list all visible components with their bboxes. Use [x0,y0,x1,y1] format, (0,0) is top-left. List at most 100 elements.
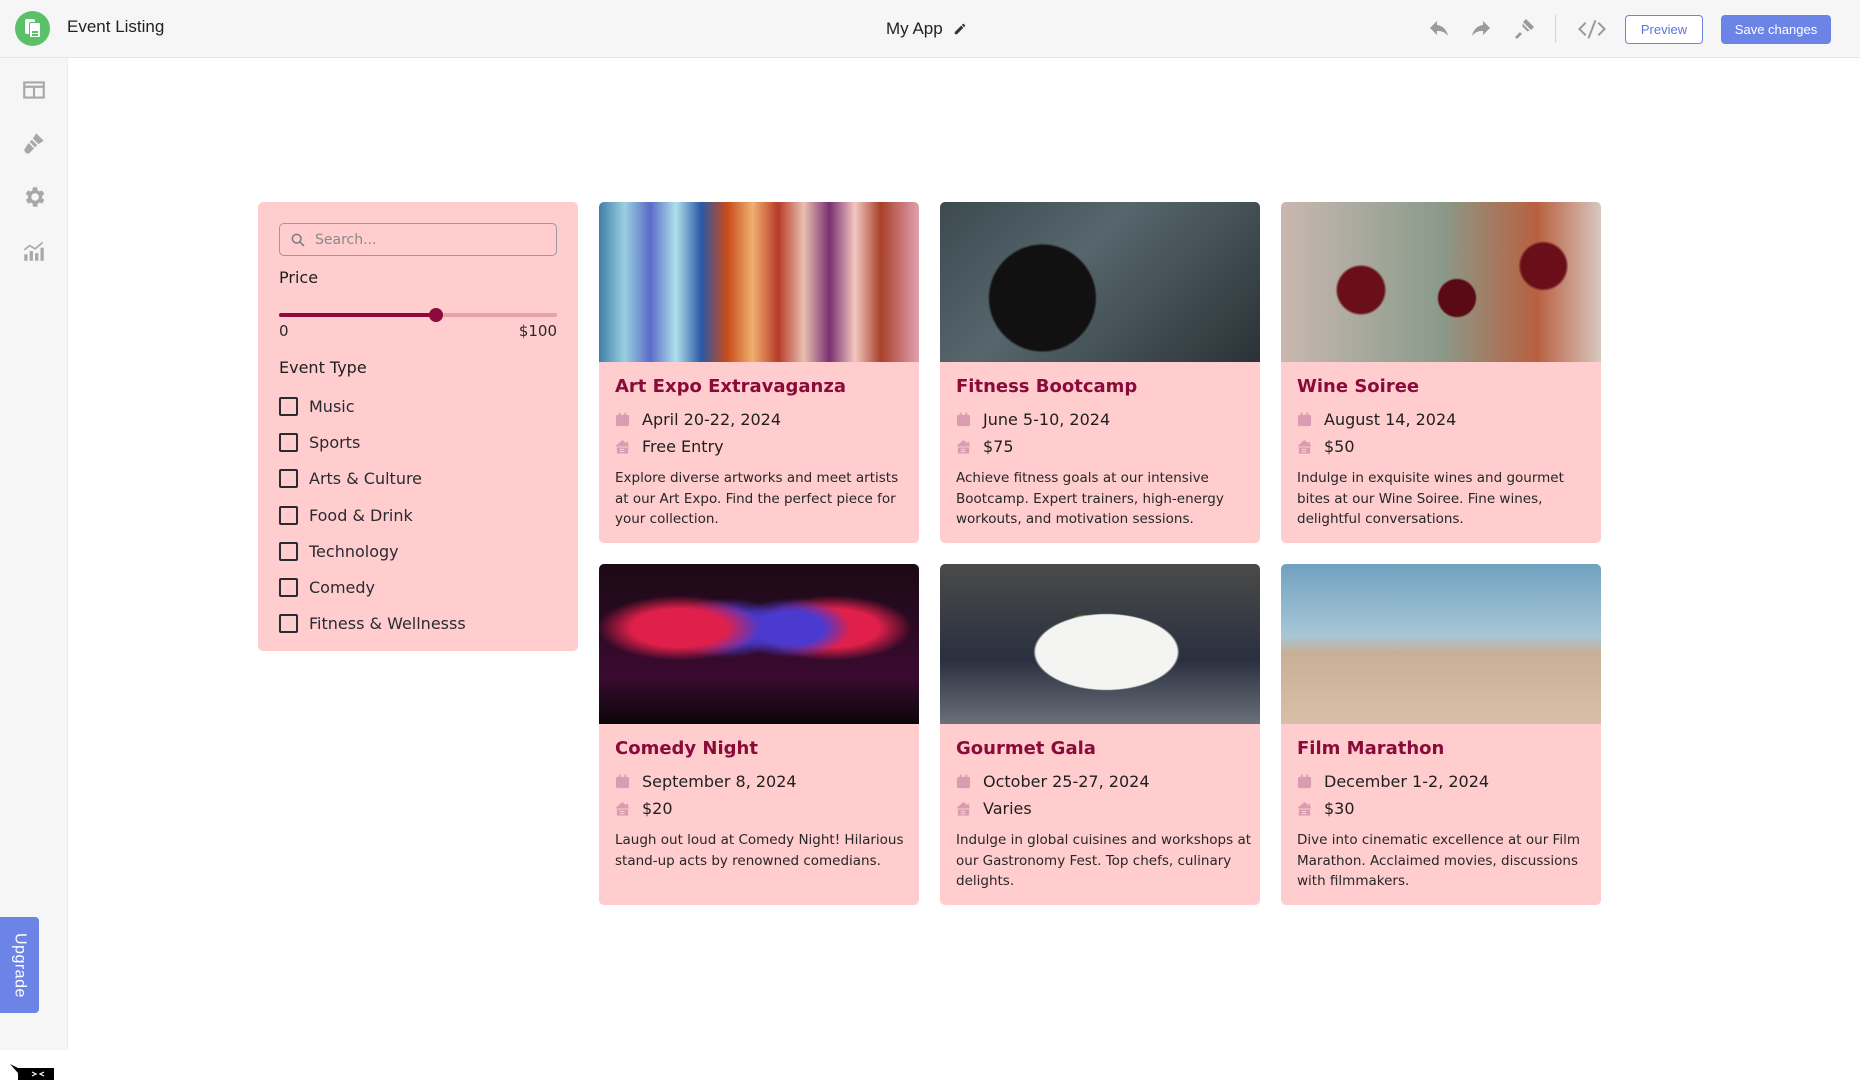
event-date: September 8, 2024 [615,772,797,791]
wine-glasses-photo [1281,202,1601,362]
price-min-label: 0 [279,322,289,340]
table-icon [23,81,45,99]
left-sidebar: Upgrade [0,58,68,1080]
upgrade-button[interactable]: Upgrade [0,917,39,1013]
event-description: Indulge in global cuisines and workshops… [956,832,1252,889]
event-title: Art Expo Extravaganza [615,376,846,397]
checkbox[interactable] [279,396,298,416]
calendar-icon [615,774,630,789]
calendar-icon [1297,412,1312,427]
event-card[interactable]: Comedy Night September 8, 2024 $20 Laugh ou… [599,564,919,905]
app-name: Event Listing [67,17,165,36]
event-type-comedy[interactable]: Comedy [279,569,466,605]
event-title: Film Marathon [1297,738,1445,759]
paint-roller-icon [1515,19,1534,39]
event-date: June 5-10, 2024 [956,410,1110,429]
event-type-food-drink[interactable]: Food & Drink [279,497,466,533]
price-slider-fill [279,313,437,317]
checkbox[interactable] [279,469,298,489]
pencil-icon[interactable] [953,22,967,36]
app-logo [15,11,50,46]
calendar-icon [956,774,971,789]
event-description: Explore diverse artworks and meet artist… [615,470,899,527]
price-slider-thumb[interactable] [429,308,444,322]
checkbox[interactable] [279,505,298,525]
barbell-photo [940,202,1260,362]
redo-icon [1472,21,1490,36]
project-title-text: My App [886,19,943,38]
event-type-label: Event Type [279,358,367,377]
search-field[interactable] [279,223,557,256]
event-title: Gourmet Gala [956,738,1096,759]
sidebar-item-design[interactable] [20,129,48,157]
event-type-fitness-wellness[interactable]: Fitness & Wellnesss [279,606,466,642]
event-type-technology[interactable]: Technology [279,533,466,569]
save-changes-button[interactable]: Save changes [1721,15,1831,44]
event-description: Laugh out loud at Comedy Night! Hilariou… [615,832,904,869]
gear-icon [25,187,45,207]
preview-button[interactable]: Preview [1625,15,1703,44]
sidebar-item-analytics[interactable] [20,237,48,265]
checkbox[interactable] [279,578,298,598]
event-price: Varies [956,799,1032,818]
event-price: $75 [956,437,1014,456]
plated-food-photo [940,564,1260,724]
filter-panel: Price 0 $100 Event Type Music Sports Art… [258,202,578,651]
event-title: Comedy Night [615,738,758,759]
stage-performer-photo [599,564,919,724]
sidebar-item-settings[interactable] [20,183,48,211]
event-price: $50 [1297,437,1355,456]
toolbar-divider [1555,15,1556,43]
event-type-arts-culture[interactable]: Arts & Culture [279,461,466,497]
checkbox[interactable] [279,432,298,452]
event-card[interactable]: Fitness Bootcamp June 5-10, 2024 $75 Achiev… [940,202,1260,543]
event-price: Free Entry [615,437,724,456]
price-slider[interactable] [279,307,557,323]
checkbox[interactable] [279,614,298,634]
event-price: $30 [1297,799,1355,818]
event-description: Achieve fitness goals at our intensive B… [956,470,1224,527]
redo-button[interactable] [1468,16,1494,42]
project-title[interactable]: My App [886,19,967,39]
event-card[interactable]: Art Expo Extravaganza April 20-22, 2024 Fr… [599,202,919,543]
event-type-list: Music Sports Arts & Culture Food & Drink… [279,388,466,642]
event-date: August 14, 2024 [1297,410,1456,429]
event-type-sports[interactable]: Sports [279,424,466,460]
code-button[interactable] [1576,16,1608,42]
ticket-booth-icon [615,439,630,454]
analytics-icon [23,241,44,261]
paintbrush-icon [24,133,44,154]
calendar-icon [615,412,630,427]
price-label: Price [279,268,319,287]
event-price: $20 [615,799,673,818]
event-card[interactable]: Wine Soiree August 14, 2024 $50 Indulge in … [1281,202,1601,543]
event-type-music[interactable]: Music [279,388,466,424]
checkbox[interactable] [279,541,298,561]
event-title: Fitness Bootcamp [956,376,1138,397]
event-description: Dive into cinematic excellence at our Fi… [1297,832,1580,889]
ninja-mascot-icon [10,1064,54,1080]
event-date: October 25-27, 2024 [956,772,1150,791]
ticket-booth-icon [1297,801,1312,816]
price-max-label: $100 [518,322,557,340]
upgrade-label: Upgrade [11,932,29,998]
code-icon [1578,20,1606,39]
event-card[interactable]: Film Marathon December 1-2, 2024 $30 Dive i… [1281,564,1601,905]
top-bar: Event Listing My App Preview Save change… [0,0,1860,58]
calendar-icon [1297,774,1312,789]
search-icon [291,233,305,247]
search-input[interactable] [315,231,545,248]
sidebar-item-data[interactable] [20,76,48,104]
art-installation-photo [599,202,919,362]
event-date: December 1-2, 2024 [1297,772,1489,791]
event-card[interactable]: Gourmet Gala October 25-27, 2024 Varies Ind… [940,564,1260,905]
calendar-icon [956,412,971,427]
film-clapperboard-photo [1281,564,1601,724]
undo-button[interactable] [1426,16,1452,42]
event-date: April 20-22, 2024 [615,410,781,429]
event-description: Indulge in exquisite wines and gourmet b… [1297,470,1564,527]
ticket-booth-icon [1297,439,1312,454]
undo-icon [1430,21,1448,36]
theme-button[interactable] [1511,16,1537,42]
ticket-booth-icon [956,801,971,816]
